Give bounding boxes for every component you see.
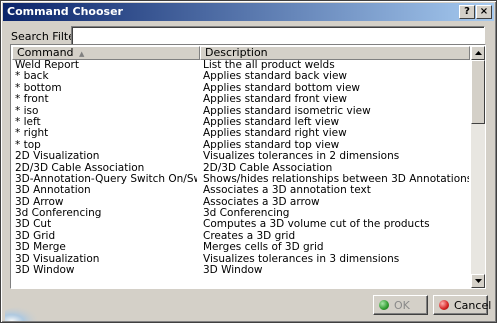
command-cell: 3D Cut — [15, 219, 52, 231]
command-chooser-dialog: Command Chooser ? × Search Filter: Comma… — [0, 0, 497, 323]
command-cell: 3D Grid — [15, 230, 56, 242]
description-cell: Creates a 3D grid — [203, 230, 296, 242]
command-cell: * front — [15, 94, 49, 106]
description-cell: 2D/3D Cable Association — [203, 162, 333, 174]
list-header: Command ▲ Description — [12, 46, 470, 60]
cancel-button[interactable]: Cancel — [433, 295, 492, 315]
description-cell: Applies standard front view — [203, 94, 348, 106]
command-cell: * left — [15, 116, 41, 128]
arrow-down-icon — [475, 279, 482, 283]
column-header-description-label: Description — [205, 46, 268, 59]
description-cell: Visualizes tolerances in 2 dimensions — [203, 151, 400, 163]
column-header-command-label: Command — [17, 46, 74, 59]
description-cell: Applies standard back view — [203, 71, 347, 83]
list-row[interactable]: 3D-Annotation-Query Switch On/Switch ...… — [12, 174, 470, 185]
ok-button-label: OK — [394, 299, 410, 312]
column-header-command[interactable]: Command ▲ — [12, 46, 200, 60]
list-row[interactable]: 3D Annotation Associates a 3D annotation … — [12, 185, 470, 196]
command-cell: 3D Window — [15, 265, 75, 277]
list-row[interactable]: 3D Arrow Associates a 3D arrow — [12, 197, 470, 208]
command-cell: * top — [15, 139, 41, 151]
command-cell: 2D Visualization — [15, 151, 100, 163]
description-cell: Applies standard left view — [203, 116, 340, 128]
list-row[interactable]: * right Applies standard right view — [12, 128, 470, 139]
command-cell: * iso — [15, 105, 39, 117]
title-bar[interactable]: Command Chooser ? × — [3, 3, 494, 21]
list-row[interactable]: 2D/3D Cable Association 2D/3D Cable Assoc… — [12, 163, 470, 174]
cancel-button-label: Cancel — [454, 299, 492, 312]
command-cell: Weld Report — [15, 60, 79, 71]
description-cell: Associates a 3D annotation text — [203, 185, 371, 197]
description-cell: Merges cells of 3D grid — [203, 242, 324, 254]
command-cell: 2D/3D Cable Association — [15, 162, 145, 174]
command-cell: * back — [15, 71, 49, 83]
description-cell: Applies standard top view — [203, 139, 340, 151]
description-cell: Computes a 3D volume cut of the products — [203, 219, 430, 231]
command-list[interactable]: Command ▲ Description Weld Report List th… — [10, 44, 486, 289]
scroll-down-button[interactable] — [471, 274, 485, 288]
list-row[interactable]: 3D Cut Computes a 3D volume cut of the pr… — [12, 219, 470, 230]
scroll-thumb[interactable] — [471, 60, 485, 124]
description-cell: Applies standard isometric view — [203, 105, 371, 117]
list-row[interactable]: 3D Grid Creates a 3D grid — [12, 231, 470, 242]
globe-logo-icon — [5, 307, 37, 321]
command-cell: 3D Arrow — [15, 196, 64, 208]
command-cell: 3D Visualization — [15, 253, 100, 265]
description-cell: Associates a 3D arrow — [203, 196, 320, 208]
list-row[interactable]: 3D Visualization Visualizes tolerances in… — [12, 254, 470, 265]
close-button[interactable]: × — [476, 5, 492, 19]
list-row[interactable]: 3d Conferencing 3d Conferencing — [12, 208, 470, 219]
list-row[interactable]: * iso Applies standard isometric view — [12, 106, 470, 117]
red-circle-icon — [439, 300, 449, 310]
vertical-scrollbar[interactable] — [471, 46, 485, 288]
window-title: Command Chooser — [7, 5, 123, 18]
list-row[interactable]: * left Applies standard left view — [12, 117, 470, 128]
search-filter-input[interactable] — [71, 26, 485, 46]
list-rows: Weld Report List the all product welds * … — [12, 60, 470, 288]
green-circle-icon — [379, 300, 389, 310]
command-cell: * bottom — [15, 82, 62, 94]
description-cell: Applies standard right view — [203, 128, 347, 140]
list-row[interactable]: * bottom Applies standard bottom view — [12, 83, 470, 94]
column-header-description[interactable]: Description — [200, 46, 470, 60]
list-row[interactable]: * front Applies standard front view — [12, 94, 470, 105]
help-button[interactable]: ? — [459, 5, 475, 19]
list-row[interactable]: Weld Report List the all product welds — [12, 60, 470, 71]
ok-button[interactable]: OK — [373, 295, 428, 315]
command-cell: 3D Merge — [15, 242, 66, 254]
command-cell: 3D-Annotation-Query Switch On/Switch ... — [15, 173, 197, 185]
description-cell: Applies standard bottom view — [203, 82, 361, 94]
list-row[interactable]: * top Applies standard top view — [12, 140, 470, 151]
list-row[interactable]: 2D Visualization Visualizes tolerances in… — [12, 151, 470, 162]
sort-ascending-icon: ▲ — [79, 50, 85, 58]
description-cell: Shows/hides relationships between 3D Ann… — [203, 173, 469, 185]
description-cell: 3D Window — [203, 265, 263, 277]
description-cell: Visualizes tolerances in 3 dimensions — [203, 253, 400, 265]
command-cell: 3d Conferencing — [15, 208, 102, 220]
description-cell: 3d Conferencing — [203, 208, 290, 220]
list-row[interactable]: 3D Merge Merges cells of 3D grid — [12, 242, 470, 253]
list-row[interactable]: 3D Window 3D Window — [12, 265, 470, 276]
description-cell: List the all product welds — [203, 60, 335, 71]
list-row[interactable]: * back Applies standard back view — [12, 71, 470, 82]
command-cell: 3D Annotation — [15, 185, 91, 197]
command-cell: * right — [15, 128, 49, 140]
scroll-up-button[interactable] — [471, 46, 485, 60]
arrow-up-icon — [475, 51, 482, 55]
